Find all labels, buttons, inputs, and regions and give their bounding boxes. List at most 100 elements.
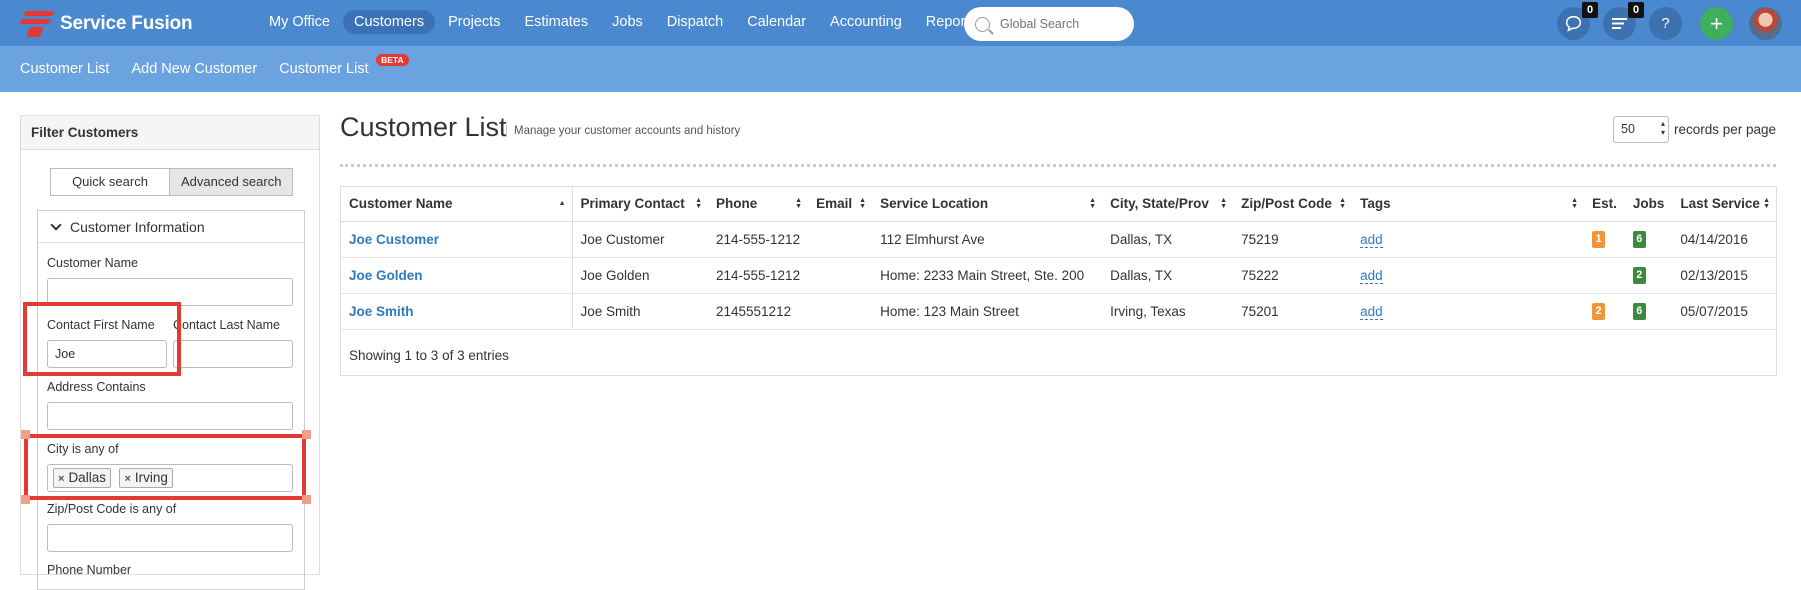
column-label: Service Location bbox=[880, 196, 989, 212]
column-label: Last Service bbox=[1680, 196, 1760, 212]
customer-subnav: Customer List Add New Customer Customer … bbox=[20, 54, 409, 77]
nav-accounting[interactable]: Accounting bbox=[819, 10, 913, 34]
email-cell bbox=[808, 221, 873, 258]
nav-jobs[interactable]: Jobs bbox=[601, 10, 654, 34]
col-tags[interactable]: Tags ▲ ▼ bbox=[1352, 187, 1585, 222]
column-label: Tags bbox=[1360, 196, 1391, 212]
sort-icon: ▲ ▼ bbox=[1089, 197, 1097, 210]
service-location-cell: Home: 123 Main Street bbox=[872, 293, 1103, 330]
customer-link[interactable]: Joe Smith bbox=[349, 304, 414, 319]
nav-projects[interactable]: Projects bbox=[437, 10, 511, 34]
city-cell: Irving, Texas bbox=[1102, 293, 1234, 330]
logo-icon bbox=[18, 9, 56, 39]
contact-last-name-input[interactable] bbox=[173, 340, 293, 368]
sort-icon: ▲ ▼ bbox=[1339, 197, 1347, 210]
customer-link[interactable]: Joe Customer bbox=[349, 232, 439, 247]
add-new-button[interactable]: + bbox=[1700, 7, 1733, 40]
estimate-count-badge[interactable]: 1 bbox=[1592, 231, 1606, 248]
zip-input[interactable] bbox=[47, 524, 293, 552]
last-service-cell: 02/13/2015 bbox=[1672, 257, 1776, 294]
est-cell: 1 bbox=[1584, 221, 1625, 258]
phone-cell: 214-555-1212 bbox=[708, 221, 809, 258]
email-cell bbox=[808, 293, 873, 330]
advanced-search-tab[interactable]: Advanced search bbox=[170, 168, 294, 196]
col-zip[interactable]: Zip/Post Code ▲ ▼ bbox=[1233, 187, 1353, 222]
column-label: Est. bbox=[1592, 196, 1617, 212]
add-tag-link[interactable]: add bbox=[1360, 231, 1383, 248]
col-service-location[interactable]: Service Location ▲ ▼ bbox=[872, 187, 1103, 222]
global-search[interactable] bbox=[964, 7, 1134, 41]
phone-cell: 214-555-1212 bbox=[708, 257, 809, 294]
customer-name-cell[interactable]: Joe Smith bbox=[341, 293, 573, 330]
email-cell bbox=[808, 257, 873, 294]
jobs-count-badge[interactable]: 2 bbox=[1632, 267, 1646, 284]
nav-my-office[interactable]: My Office bbox=[258, 10, 341, 34]
section-title: Customer Information bbox=[70, 218, 205, 235]
col-phone[interactable]: Phone ▲ ▼ bbox=[708, 187, 809, 222]
jobs-cell: 2 bbox=[1624, 257, 1673, 294]
help-button[interactable]: ? bbox=[1649, 7, 1682, 40]
service-fusion-logo[interactable]: Service Fusion bbox=[18, 8, 193, 40]
sort-icon: ▲ ▼ bbox=[1220, 197, 1228, 210]
table-header-row: Customer Name ▲ Primary Contact ▲ ▼ Phone ▲ ▼… bbox=[341, 187, 1776, 222]
resize-handle bbox=[302, 495, 311, 504]
primary-contact-cell: Joe Smith bbox=[572, 293, 708, 330]
tags-cell: add bbox=[1352, 257, 1585, 294]
search-mode-toggle: Quick search Advanced search bbox=[50, 168, 294, 196]
chevron-down-icon bbox=[50, 218, 62, 231]
quick-search-tab[interactable]: Quick search bbox=[50, 168, 170, 196]
subnav-add-new-customer[interactable]: Add New Customer bbox=[131, 61, 257, 77]
column-label: Phone bbox=[716, 196, 758, 212]
col-primary-contact[interactable]: Primary Contact ▲ ▼ bbox=[572, 187, 708, 222]
tasks-count-badge: 0 bbox=[1628, 2, 1644, 18]
col-city-state[interactable]: City, State/Prov ▲ ▼ bbox=[1102, 187, 1234, 222]
subnav-customer-list[interactable]: Customer List bbox=[20, 61, 109, 77]
customer-information-header[interactable]: Customer Information bbox=[38, 211, 304, 243]
primary-contact-cell: Joe Golden bbox=[572, 257, 708, 294]
table-row[interactable]: Joe Smith Joe Smith 2145551212 Home: 123… bbox=[341, 293, 1776, 330]
column-label: Jobs bbox=[1632, 196, 1665, 212]
jobs-cell: 6 bbox=[1624, 293, 1673, 330]
customer-name-cell[interactable]: Joe Golden bbox=[341, 257, 573, 294]
nav-calendar[interactable]: Calendar bbox=[736, 10, 817, 34]
chat-count-badge: 0 bbox=[1582, 2, 1598, 18]
sub-navbar: Customer List Add New Customer Customer … bbox=[0, 46, 1801, 92]
column-label: City, State/Prov bbox=[1110, 196, 1209, 212]
nav-customers[interactable]: Customers bbox=[342, 10, 436, 34]
column-label: Customer Name bbox=[349, 196, 453, 212]
col-customer-name[interactable]: Customer Name ▲ bbox=[341, 187, 573, 222]
add-tag-link[interactable]: add bbox=[1360, 303, 1383, 320]
nav-dispatch[interactable]: Dispatch bbox=[656, 10, 734, 34]
highlight-city-filter bbox=[24, 434, 306, 500]
customer-information-section: Customer Information Customer Name Conta… bbox=[37, 210, 305, 590]
page-title: Customer List bbox=[340, 112, 507, 142]
global-search-input[interactable] bbox=[998, 16, 1118, 32]
records-per-page: 50 records per page bbox=[1613, 116, 1776, 143]
subnav-customer-list-beta[interactable]: Customer List BETA bbox=[279, 54, 409, 77]
city-cell: Dallas, TX bbox=[1102, 221, 1234, 258]
table-row[interactable]: Joe Customer Joe Customer 214-555-1212 1… bbox=[341, 221, 1776, 258]
jobs-count-badge[interactable]: 6 bbox=[1632, 303, 1646, 320]
customer-link[interactable]: Joe Golden bbox=[349, 268, 423, 283]
address-contains-input[interactable] bbox=[47, 402, 293, 430]
user-avatar[interactable] bbox=[1749, 7, 1782, 40]
table-row[interactable]: Joe Golden Joe Golden 214-555-1212 Home:… bbox=[341, 257, 1776, 294]
help-icon: ? bbox=[1661, 15, 1670, 32]
jobs-cell: 6 bbox=[1624, 221, 1673, 258]
nav-estimates[interactable]: Estimates bbox=[513, 10, 599, 34]
estimate-count-badge[interactable]: 2 bbox=[1592, 303, 1606, 320]
add-tag-link[interactable]: add bbox=[1360, 267, 1383, 284]
col-email[interactable]: Email ▲ ▼ bbox=[808, 187, 873, 222]
col-last-service[interactable]: Last Service ▲ ▼ bbox=[1672, 187, 1776, 222]
zip-cell: 75222 bbox=[1233, 257, 1353, 294]
column-label: Email bbox=[816, 196, 853, 212]
customer-table: Customer Name ▲ Primary Contact ▲ ▼ Phone ▲ ▼… bbox=[340, 186, 1777, 376]
sort-icon: ▲ ▼ bbox=[1571, 197, 1579, 210]
col-jobs[interactable]: Jobs bbox=[1624, 187, 1673, 222]
brand-name: Service Fusion bbox=[60, 13, 193, 34]
zip-cell: 75219 bbox=[1233, 221, 1353, 258]
jobs-count-badge[interactable]: 6 bbox=[1632, 231, 1646, 248]
records-per-page-select[interactable]: 50 bbox=[1613, 116, 1669, 143]
customer-name-cell[interactable]: Joe Customer bbox=[341, 221, 573, 258]
col-est[interactable]: Est. bbox=[1584, 187, 1625, 222]
